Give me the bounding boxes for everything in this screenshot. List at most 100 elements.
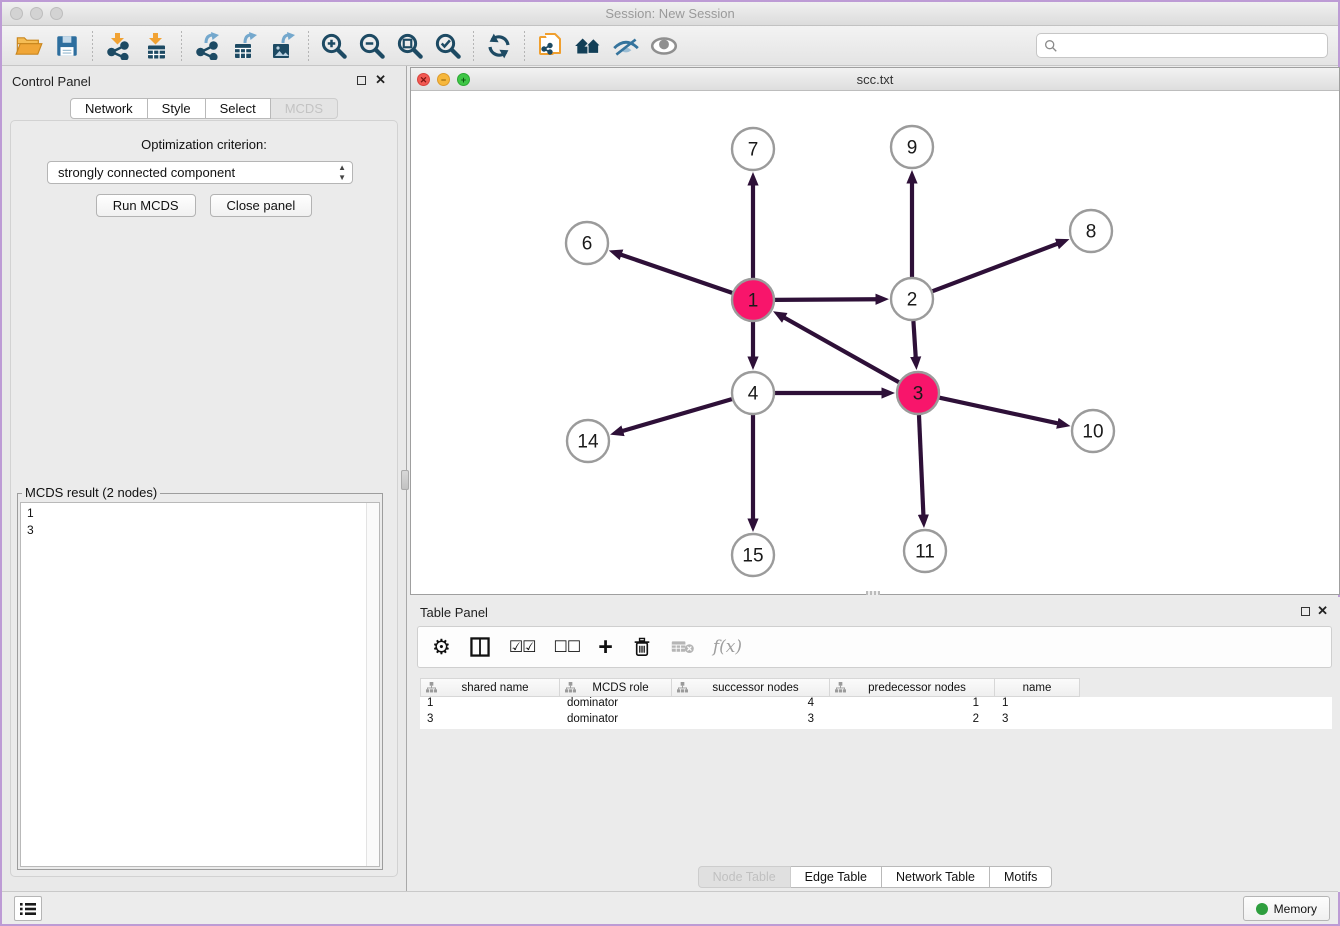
column-type-icon — [565, 682, 576, 693]
mcds-result-list[interactable]: 13 — [20, 502, 380, 867]
toolbar-separator — [181, 31, 182, 61]
table-tabs: Node Table Edge Table Network Table Moti… — [410, 866, 1340, 888]
column-type-icon — [426, 682, 437, 693]
toolbar-separator — [92, 31, 93, 61]
close-table-panel-icon[interactable]: ✕ — [1317, 603, 1328, 619]
float-table-panel-icon[interactable] — [1301, 607, 1310, 616]
home-button[interactable] — [572, 30, 604, 62]
graph-edge-2-8[interactable] — [933, 243, 1059, 291]
tab-motifs[interactable]: Motifs — [990, 866, 1052, 888]
zoom-fit-button[interactable] — [394, 30, 426, 62]
graph-edge-3-10[interactable] — [939, 398, 1058, 424]
table-cell[interactable]: 2 — [830, 713, 995, 729]
zoom-selected-icon — [433, 31, 463, 61]
tab-network-table[interactable]: Network Table — [882, 866, 990, 888]
unselect-all-columns-icon[interactable]: ☐☐ — [554, 633, 581, 661]
graph-edge-2-3[interactable] — [913, 321, 915, 358]
zoom-out-icon — [357, 31, 387, 61]
graph-edge-1-2[interactable] — [775, 299, 877, 300]
panel-splitter-grip[interactable] — [401, 470, 409, 490]
table-row[interactable]: 1dominator411 — [420, 697, 1332, 713]
criterion-dropdown[interactable]: strongly connected component ▲▼ — [47, 161, 353, 184]
table-cell[interactable]: 4 — [672, 697, 830, 713]
close-panel-button[interactable]: Close panel — [210, 194, 313, 217]
select-all-columns-icon[interactable]: ☑☑ — [509, 633, 536, 661]
status-bar: Memory — [2, 891, 1338, 924]
tab-network[interactable]: Network — [70, 98, 148, 119]
network-window-titlebar[interactable]: ✕ − + scc.txt — [411, 68, 1339, 91]
export-image-button[interactable] — [267, 30, 299, 62]
memory-button[interactable]: Memory — [1243, 896, 1330, 921]
export-table-button[interactable] — [229, 30, 261, 62]
export-network-button[interactable] — [191, 30, 223, 62]
network-file-button[interactable] — [534, 30, 566, 62]
node-table: shared name MCDS role successor nodes pr… — [420, 678, 1332, 729]
zoom-out-button[interactable] — [356, 30, 388, 62]
table-cell[interactable]: 1 — [995, 697, 1080, 713]
close-panel-icon[interactable]: ✕ — [375, 72, 386, 88]
tab-node-table[interactable]: Node Table — [698, 866, 791, 888]
graph-node-label: 8 — [1086, 222, 1097, 243]
eye-slash-icon — [611, 31, 641, 61]
search-input[interactable] — [1058, 39, 1327, 53]
column-header-mcds-role[interactable]: MCDS role — [560, 678, 672, 697]
delete-row-icon[interactable] — [631, 633, 653, 661]
criterion-value: strongly connected component — [58, 165, 235, 180]
tab-style[interactable]: Style — [148, 98, 206, 119]
table-toolbar: ⚙ ☑☑ ☐☐ + — [417, 626, 1332, 668]
network-graph[interactable]: 7968124314101511 — [411, 91, 1339, 594]
graph-node-label: 4 — [748, 384, 759, 405]
columns-icon[interactable] — [469, 633, 491, 661]
graph-edge-1-6[interactable] — [620, 254, 732, 292]
graph-node-label: 10 — [1082, 422, 1103, 443]
table-panel: Table Panel ✕ ⚙ ☑☑ ☐☐ + — [410, 597, 1340, 892]
table-cell[interactable]: dominator — [560, 713, 672, 729]
float-panel-icon[interactable] — [357, 76, 366, 85]
export-table-icon — [231, 32, 259, 60]
add-row-icon[interactable]: + — [598, 633, 613, 661]
table-row[interactable]: 3dominator323 — [420, 713, 1332, 729]
show-graphics-details-button[interactable] — [648, 30, 680, 62]
import-network-icon — [104, 32, 132, 60]
function-builder-icon[interactable]: f(x) — [713, 633, 742, 661]
scrollbar-track[interactable] — [366, 503, 379, 866]
search-field[interactable] — [1036, 33, 1328, 58]
graph-edge-3-1[interactable] — [783, 317, 898, 382]
column-header-successor-nodes[interactable]: successor nodes — [672, 678, 830, 697]
task-history-button[interactable] — [14, 896, 42, 921]
table-body: 1dominator4113dominator323 — [420, 697, 1332, 729]
network-view-title: scc.txt — [411, 72, 1339, 87]
zoom-selected-button[interactable] — [432, 30, 464, 62]
table-cell[interactable]: 3 — [420, 713, 560, 729]
table-cell[interactable]: 3 — [672, 713, 830, 729]
graph-node-label: 9 — [907, 138, 918, 159]
tab-select[interactable]: Select — [206, 98, 271, 119]
network-canvas[interactable]: 7968124314101511 — [411, 91, 1339, 594]
graph-edge-3-11[interactable] — [919, 415, 923, 516]
control-panel-title: Control Panel — [12, 74, 91, 89]
tab-mcds[interactable]: MCDS — [271, 98, 338, 119]
hide-graphics-details-button[interactable] — [610, 30, 642, 62]
import-table-button[interactable] — [140, 30, 172, 62]
table-cell[interactable]: dominator — [560, 697, 672, 713]
table-settings-icon[interactable]: ⚙ — [432, 633, 451, 661]
column-header-name[interactable]: name — [995, 678, 1080, 697]
apply-layout-button[interactable] — [483, 30, 515, 62]
column-type-icon — [677, 682, 688, 693]
zoom-in-button[interactable] — [318, 30, 350, 62]
table-cell[interactable]: 1 — [420, 697, 560, 713]
graph-node-label: 14 — [577, 432, 599, 453]
run-mcds-button[interactable]: Run MCDS — [96, 194, 196, 217]
table-cell[interactable]: 1 — [830, 697, 995, 713]
delete-table-icon[interactable] — [671, 633, 695, 661]
import-network-button[interactable] — [102, 30, 134, 62]
open-session-button[interactable] — [13, 30, 45, 62]
column-header-predecessor-nodes[interactable]: predecessor nodes — [830, 678, 995, 697]
horizontal-splitter-grip[interactable] — [866, 591, 880, 595]
tab-edge-table[interactable]: Edge Table — [791, 866, 882, 888]
graph-edge-4-14[interactable] — [622, 399, 732, 431]
table-cell[interactable]: 3 — [995, 713, 1080, 729]
save-session-button[interactable] — [51, 30, 83, 62]
column-header-shared-name[interactable]: shared name — [420, 678, 560, 697]
zoom-fit-icon — [395, 31, 425, 61]
